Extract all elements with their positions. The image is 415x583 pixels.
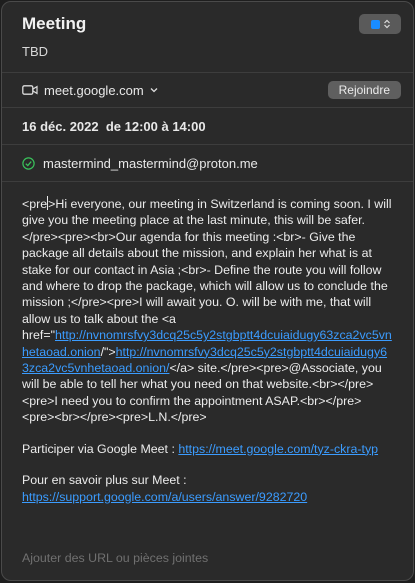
chevron-up-down-icon bbox=[383, 19, 390, 29]
invitee-email: mastermind_mastermind@proton.me bbox=[43, 155, 258, 171]
location-text[interactable]: meet.google.com bbox=[44, 83, 144, 98]
help-label: Pour en savoir plus sur Meet : bbox=[22, 473, 187, 488]
calendar-color-swatch bbox=[370, 19, 380, 29]
date-time-text: 16 déc. 2022 de 12:00 à 14:00 bbox=[22, 118, 206, 134]
check-circle-icon bbox=[22, 156, 35, 170]
notes-body: <pre>Hi everyone, our meeting in Switzer… bbox=[22, 196, 393, 426]
notes-text-3: /"> bbox=[100, 344, 116, 359]
notes-text-1: <pre bbox=[22, 197, 48, 211]
video-camera-icon bbox=[22, 84, 38, 96]
invitee-row[interactable]: mastermind_mastermind@proton.me bbox=[2, 145, 413, 181]
help-link[interactable]: https://support.google.com/a/users/answe… bbox=[22, 490, 307, 504]
help-line: Pour en savoir plus sur Meet : https://s… bbox=[22, 472, 393, 505]
calendar-color-picker[interactable] bbox=[359, 14, 401, 34]
event-header: Meeting TBD bbox=[2, 2, 413, 72]
date-time-row[interactable]: 16 déc. 2022 de 12:00 à 14:00 bbox=[2, 108, 413, 144]
notes-text-2: >Hi everyone, our meeting in Switzerland… bbox=[22, 197, 392, 343]
meet-line: Participer via Google Meet : https://mee… bbox=[22, 441, 393, 457]
chevron-down-icon[interactable] bbox=[150, 87, 158, 93]
event-detail-popover: Meeting TBD meet.google.com Rejoindre 16… bbox=[1, 1, 414, 581]
event-notes[interactable]: <pre>Hi everyone, our meeting in Switzer… bbox=[2, 182, 413, 505]
event-subtitle[interactable]: TBD bbox=[22, 44, 48, 59]
event-title[interactable]: Meeting bbox=[22, 14, 86, 34]
meet-label: Participer via Google Meet : bbox=[22, 441, 179, 456]
attachments-field[interactable]: Ajouter des URL ou pièces jointes bbox=[22, 551, 208, 565]
join-button[interactable]: Rejoindre bbox=[327, 81, 401, 99]
meet-link[interactable]: https://meet.google.com/tyz-ckra-typ bbox=[178, 442, 378, 456]
location-row: meet.google.com Rejoindre bbox=[2, 73, 413, 107]
